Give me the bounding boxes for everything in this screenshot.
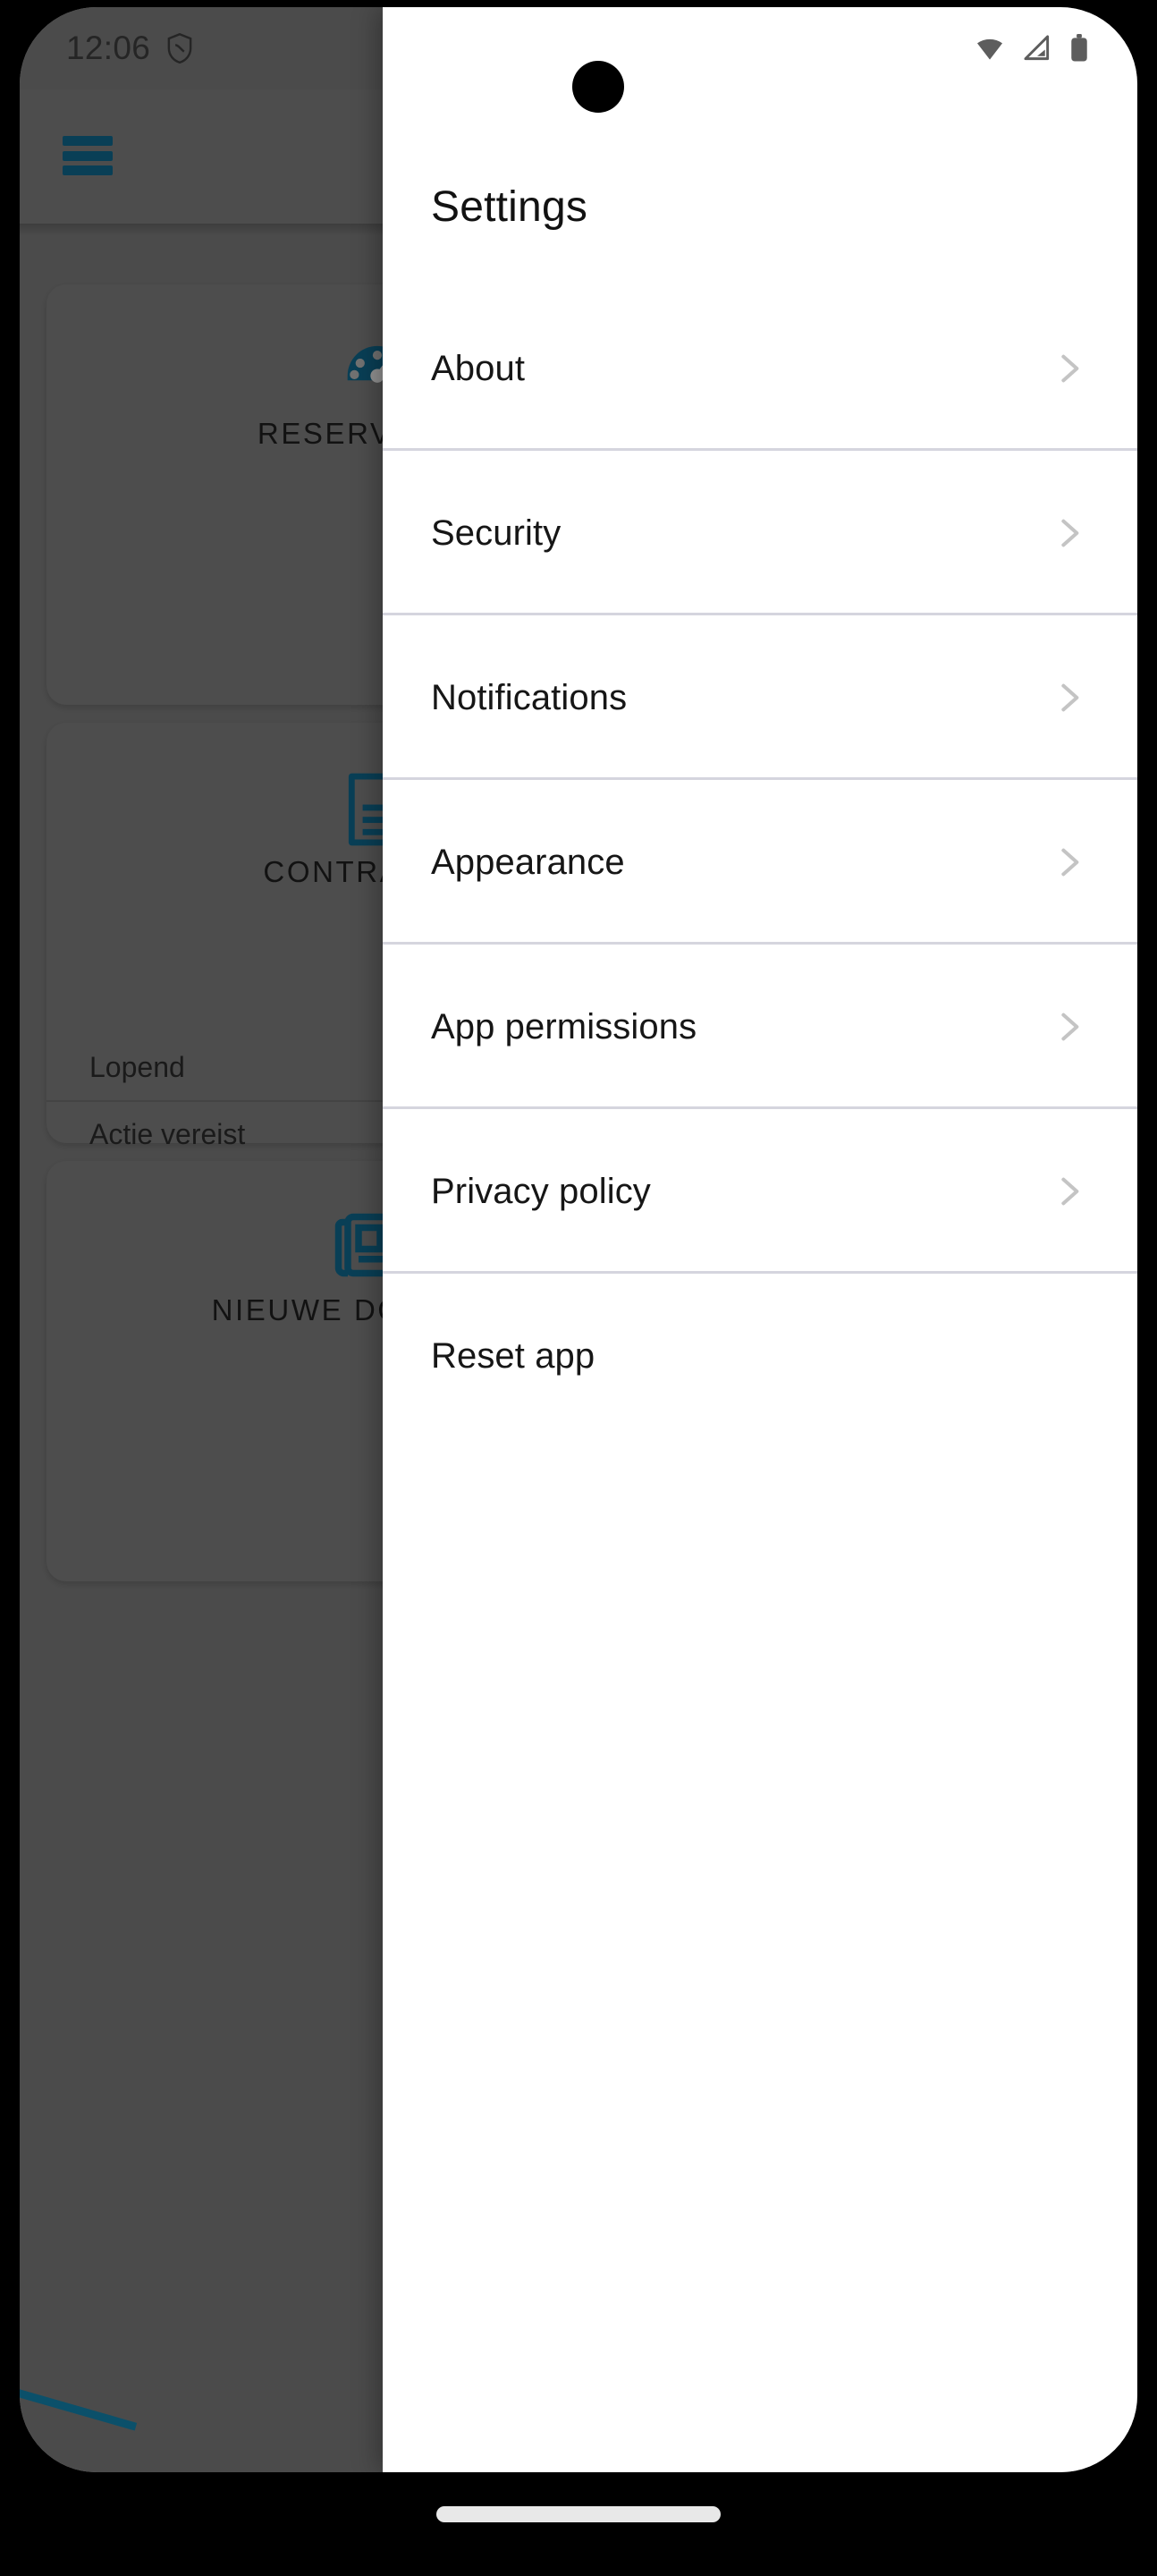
settings-item-security[interactable]: Security [383,451,1137,615]
phone-frame: 12:06 RESERVERING CONTRACTEN Lopend Acti… [0,0,1157,2576]
settings-panel: Settings About Security Notifications Ap… [383,7,1137,2472]
settings-item-privacy-policy[interactable]: Privacy policy [383,1109,1137,1274]
settings-item-notifications[interactable]: Notifications [383,615,1137,780]
settings-item-label: Security [431,513,562,553]
settings-item-app-permissions[interactable]: App permissions [383,945,1137,1109]
status-bar [383,7,1137,89]
battery-icon [1071,34,1087,62]
chevron-right-icon [1061,354,1079,383]
settings-list: About Security Notifications Appearance … [383,286,1137,1438]
settings-item-appearance[interactable]: Appearance [383,780,1137,945]
settings-item-label: Notifications [431,677,628,717]
settings-item-label: Appearance [431,842,625,882]
settings-item-label: App permissions [431,1006,697,1046]
hamburger-menu-icon[interactable] [63,136,113,175]
home-gesture-bar[interactable] [436,2506,721,2522]
settings-item-label: About [431,348,526,388]
chevron-right-icon [1061,848,1079,877]
settings-item-label: Reset app [431,1335,595,1376]
shield-icon [167,33,192,64]
settings-item-label: Privacy policy [431,1171,651,1211]
cellular-signal-icon [1024,35,1050,61]
accent-stripe [20,2359,138,2431]
status-bar-clock: 12:06 [66,30,151,66]
chevron-right-icon [1061,683,1079,712]
camera-punch-hole [572,61,624,113]
chevron-right-icon [1061,1177,1079,1206]
phone-screen: 12:06 RESERVERING CONTRACTEN Lopend Acti… [20,7,1137,2472]
wifi-icon [977,38,1002,60]
page-title: Settings [431,183,588,231]
settings-item-about[interactable]: About [383,286,1137,451]
settings-item-reset-app[interactable]: Reset app [383,1274,1137,1438]
chevron-right-icon [1061,1013,1079,1041]
chevron-right-icon [1061,519,1079,547]
